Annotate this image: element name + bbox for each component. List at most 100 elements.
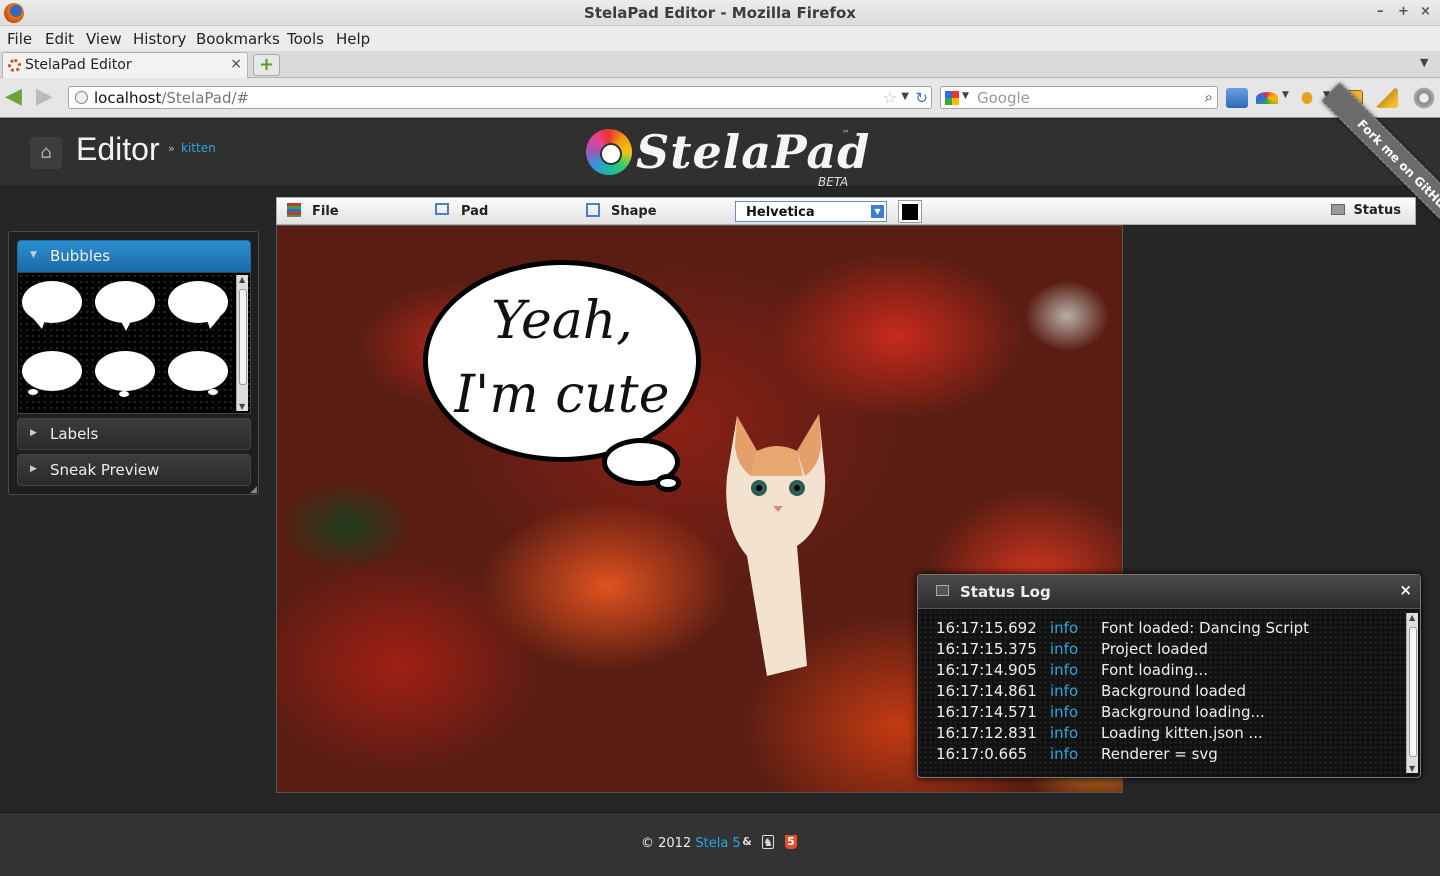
status-log-scrollbar[interactable]: ▲ ▼ [1406, 613, 1418, 773]
maximize-button[interactable]: + [1398, 4, 1409, 19]
menu-history[interactable]: History [133, 30, 186, 48]
page-content: ⌂ Editor » kitten StelaPad ™ BETA ▼ Bubb… [0, 82, 1440, 876]
octocat-icon[interactable]: ♞ [762, 835, 774, 849]
search-bar[interactable]: ▼ Google ⌕ [940, 86, 1218, 109]
caret-down-icon: ▼ [30, 250, 37, 260]
bubbles-grid: ▲ ▼ [17, 272, 251, 414]
font-select[interactable]: Helvetica ▼ [735, 201, 887, 222]
tab-list-dropdown-icon[interactable]: ▼ [1420, 56, 1428, 69]
search-placeholder: Google [977, 89, 1030, 107]
logo-flower-icon [586, 129, 632, 175]
scrollbar-thumb[interactable] [1409, 627, 1417, 757]
status-log-title: Status Log [960, 583, 1051, 601]
shape-menu-button[interactable]: Shape [611, 204, 657, 219]
status-log-header[interactable]: Status Log × [918, 575, 1420, 609]
scroll-up-icon[interactable]: ▲ [1409, 613, 1415, 622]
menubar: File Edit View History Bookmarks Tools H… [0, 26, 1440, 51]
minimize-button[interactable]: – [1377, 4, 1384, 19]
bubbles-scrollbar[interactable]: ▲ ▼ [236, 275, 248, 411]
bubble-shape-2[interactable] [95, 281, 155, 323]
back-arrow-icon[interactable]: ◀ [5, 86, 22, 108]
search-magnifier-icon[interactable]: ⌕ [1205, 88, 1213, 106]
logo-name: StelaPad [636, 125, 871, 179]
gear-icon[interactable] [1412, 86, 1436, 110]
scroll-up-icon[interactable]: ▲ [239, 275, 245, 284]
color-swatch [902, 204, 918, 220]
accordion-labels[interactable]: ▶ Labels [17, 418, 251, 450]
menu-help[interactable]: Help [336, 30, 370, 48]
editor-toolbar: File Pad Shape Helvetica ▼ Status [276, 197, 1416, 225]
bubble-shape-1[interactable] [22, 281, 82, 323]
app-header: ⌂ Editor » kitten StelaPad ™ BETA [0, 119, 1440, 189]
footer-copyright: © 2012 Stela 5 [641, 836, 741, 851]
html5-icon[interactable]: 5 [785, 835, 797, 849]
tab-close-icon[interactable]: × [230, 56, 242, 72]
footer-brand-link[interactable]: Stela 5 [695, 836, 740, 851]
site-identity-icon[interactable] [75, 91, 88, 104]
menu-view[interactable]: View [86, 30, 122, 48]
navigation-bar: ◀ ▶ localhost/StelaPad/# ☆ ▼ ↻ ▼ Google … [0, 78, 1440, 118]
status-monitor-icon[interactable] [1331, 204, 1345, 215]
close-window-button[interactable]: × [1420, 4, 1431, 19]
github-icon[interactable]: & [741, 835, 753, 849]
thought-dot-4 [28, 389, 38, 395]
addon-dropdown-icon[interactable]: ▼ [1282, 90, 1289, 100]
breadcrumb-separator: » [168, 142, 175, 155]
page-title: Editor [76, 131, 160, 167]
resize-handle-icon[interactable]: ◢ [250, 485, 257, 495]
scrollbar-thumb[interactable] [239, 289, 247, 385]
scroll-down-icon[interactable]: ▼ [1409, 764, 1415, 773]
window-title: StelaPad Editor - Mozilla Firefox [584, 4, 856, 22]
search-engine-dropdown-icon[interactable]: ▼ [962, 91, 969, 101]
file-icon[interactable] [287, 203, 301, 217]
file-menu-button[interactable]: File [312, 204, 339, 219]
breadcrumb-kitten[interactable]: kitten [181, 141, 216, 155]
rainbow-addon-icon[interactable] [1256, 92, 1278, 104]
stelapad-logo[interactable]: StelaPad ™ BETA [586, 125, 869, 189]
font-select-value: Helvetica [746, 205, 815, 220]
google-engine-icon[interactable] [945, 91, 959, 105]
scroll-down-icon[interactable]: ▼ [239, 402, 245, 411]
sidebar-panel: ▼ Bubbles ▲ ▼ ▶ Labels ▶ Sneak Preview ◢ [8, 231, 259, 495]
home-icon[interactable] [1226, 88, 1248, 108]
accordion-label: Sneak Preview [50, 461, 160, 479]
url-history-dropdown-icon[interactable]: ▼ [901, 91, 909, 102]
pad-menu-button[interactable]: Pad [461, 204, 488, 219]
status-monitor-icon [936, 585, 949, 596]
tab-bar: StelaPad Editor × + ▼ [0, 51, 1440, 78]
shape-icon[interactable] [586, 203, 600, 217]
broom-addon-icon[interactable] [1376, 88, 1398, 108]
caret-right-icon: ▶ [30, 464, 37, 474]
pad-icon[interactable] [435, 203, 449, 215]
home-button[interactable]: ⌂ [30, 137, 62, 169]
menu-bookmarks[interactable]: Bookmarks [196, 30, 280, 48]
window-titlebar: StelaPad Editor - Mozilla Firefox – + × [0, 0, 1440, 26]
new-tab-button[interactable]: + [253, 54, 280, 76]
footer: © 2012 Stela 5 & ♞ 5 [0, 812, 1440, 876]
menu-edit[interactable]: Edit [45, 30, 74, 48]
bookmark-star-icon[interactable]: ☆ [883, 88, 897, 107]
close-icon[interactable]: × [1399, 581, 1412, 599]
menu-tools[interactable]: Tools [287, 30, 324, 48]
bubble-shape-4[interactable] [22, 351, 82, 391]
accordion-bubbles[interactable]: ▼ Bubbles [17, 240, 251, 272]
tab-stelapad-editor[interactable]: StelaPad Editor × [2, 52, 248, 78]
color-picker[interactable] [898, 200, 922, 223]
bug-addon-icon[interactable] [1298, 88, 1316, 108]
bubble-tail-3 [206, 317, 220, 329]
accordion-label: Labels [50, 425, 99, 443]
forward-arrow-icon[interactable]: ▶ [36, 86, 53, 108]
bubble-text-line-1: Yeah, [491, 291, 633, 351]
logo-beta: BETA [818, 175, 849, 189]
caret-right-icon: ▶ [30, 428, 37, 438]
thought-bubble-dot [655, 474, 681, 492]
bubble-shape-5[interactable] [95, 351, 155, 391]
bubble-shape-6[interactable] [168, 351, 228, 391]
bubble-tail-2 [120, 319, 132, 331]
thought-bubble[interactable]: Yeah, I'm cute [423, 260, 701, 462]
menu-file[interactable]: File [7, 30, 32, 48]
reload-icon[interactable]: ↻ [915, 89, 928, 107]
accordion-sneak-preview[interactable]: ▶ Sneak Preview [17, 454, 251, 486]
status-button[interactable]: Status [1353, 203, 1401, 218]
url-bar[interactable]: localhost/StelaPad/# ☆ ▼ ↻ [68, 86, 932, 109]
